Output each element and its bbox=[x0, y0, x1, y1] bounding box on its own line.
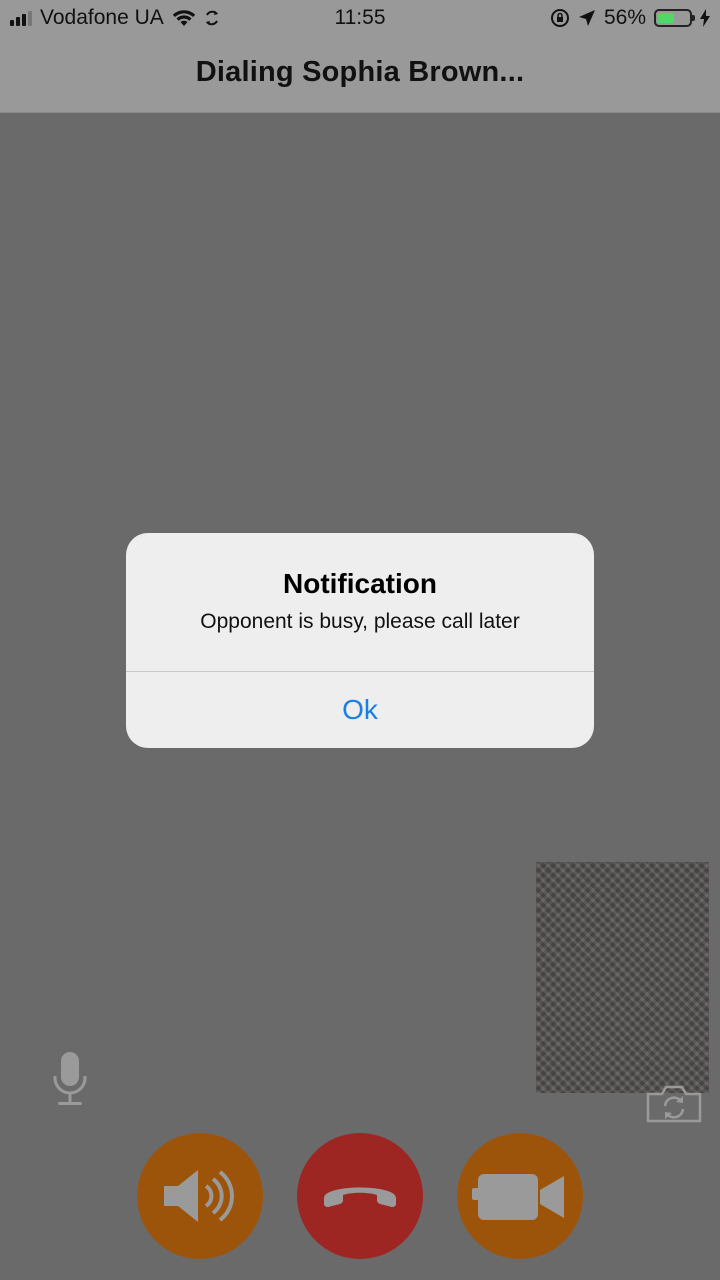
battery-icon bbox=[654, 9, 695, 27]
hangup-button[interactable] bbox=[297, 1133, 423, 1259]
page-title: Dialing Sophia Brown... bbox=[195, 56, 525, 88]
alert-title: Notification bbox=[283, 568, 437, 599]
microphone-icon bbox=[53, 1052, 87, 1105]
speaker-icon bbox=[164, 1170, 234, 1222]
rotation-lock-icon bbox=[550, 9, 569, 27]
status-right: 56% bbox=[550, 6, 710, 30]
switch-camera-button[interactable] bbox=[645, 1084, 703, 1124]
local-video-preview bbox=[536, 862, 709, 1093]
location-icon bbox=[578, 10, 595, 26]
status-bar: Vodafone UA 11:55 56% bbox=[0, 0, 720, 36]
battery-percent: 56% bbox=[603, 6, 646, 29]
speaker-button[interactable] bbox=[137, 1133, 263, 1259]
notification-alert: Notification Opponent is busy, please ca… bbox=[126, 533, 594, 748]
nav-bar: Dialing Sophia Brown... bbox=[0, 36, 720, 113]
video-camera-icon bbox=[472, 1174, 564, 1220]
ok-button[interactable]: Ok bbox=[126, 672, 594, 748]
charging-icon bbox=[700, 9, 710, 27]
video-toggle-button[interactable] bbox=[457, 1133, 583, 1259]
switch-camera-icon bbox=[646, 1085, 702, 1123]
alert-message: Opponent is busy, please call later bbox=[200, 610, 520, 633]
mute-button[interactable] bbox=[50, 1050, 90, 1108]
phone-hangup-icon bbox=[324, 1187, 396, 1207]
